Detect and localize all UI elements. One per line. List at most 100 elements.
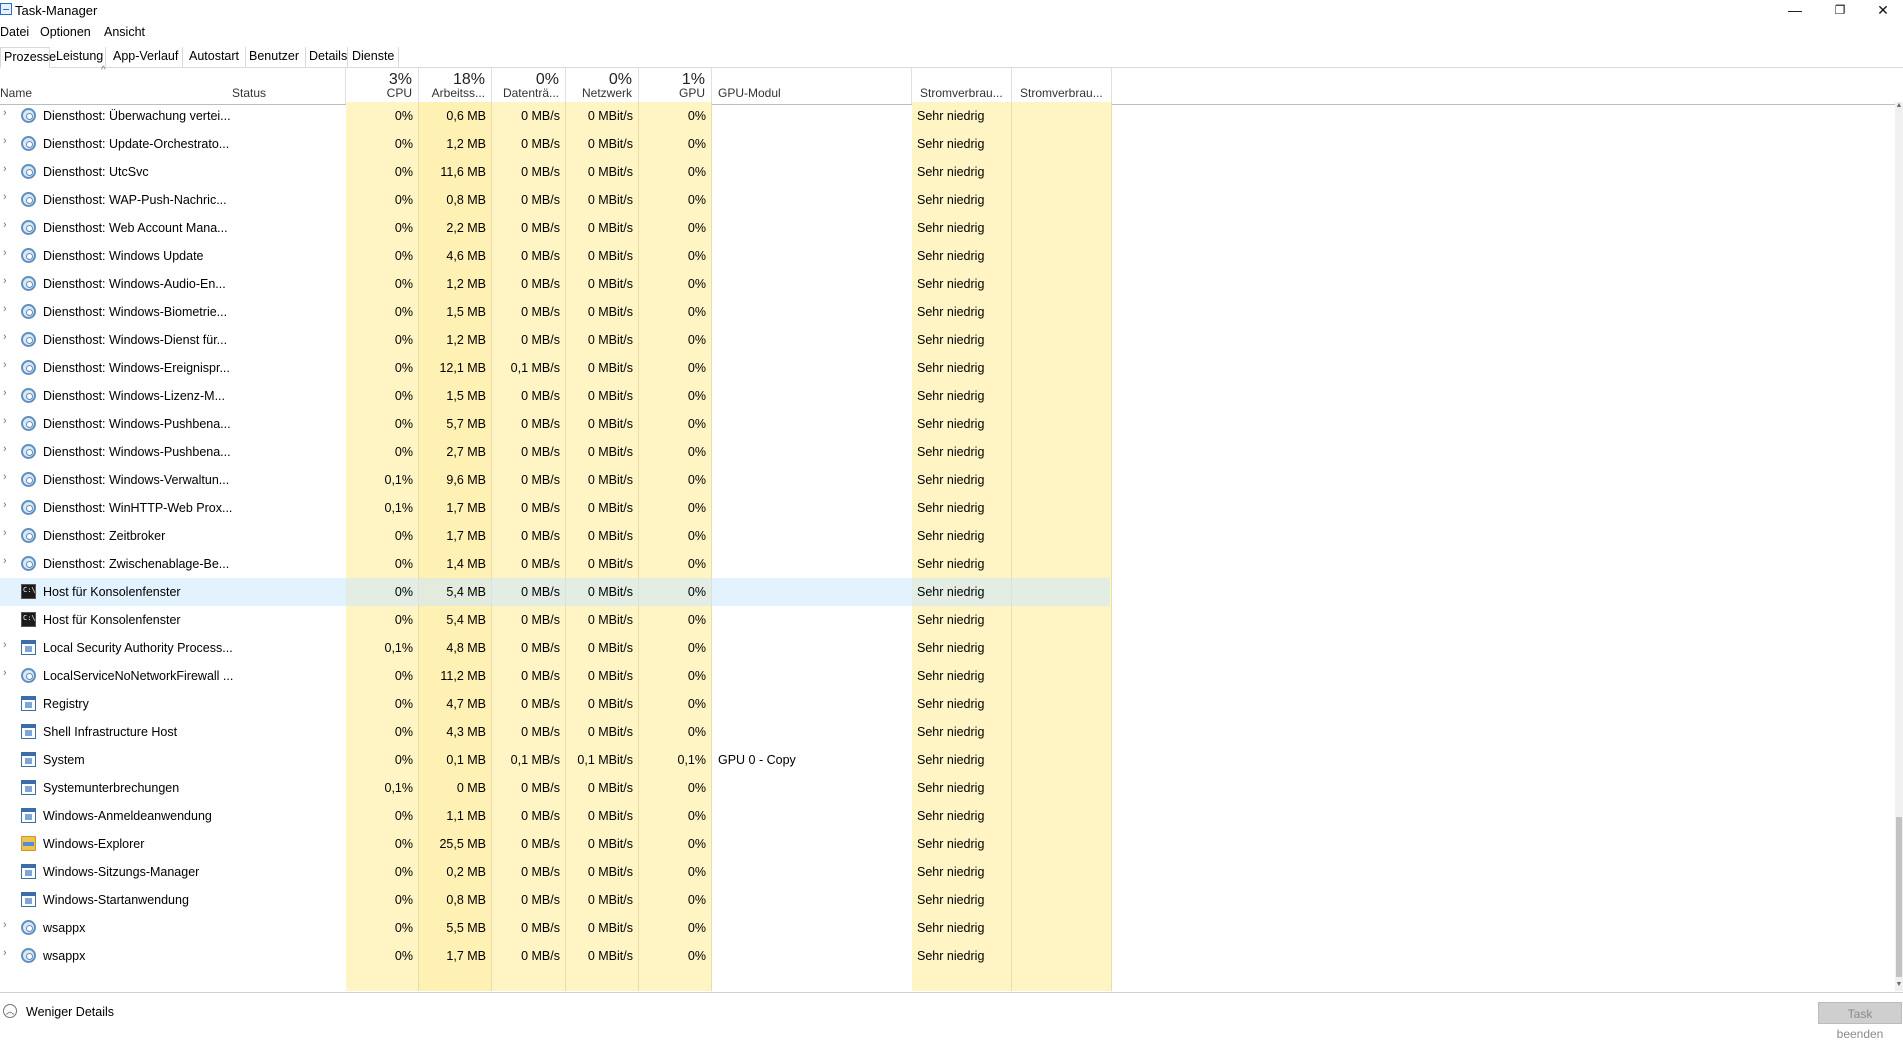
expand-chevron-icon[interactable]: › (3, 359, 7, 371)
header-cpu[interactable]: 3% CPU (346, 68, 419, 104)
process-row[interactable]: › Diensthost: Windows-Lizenz-M... 0% 1,5 MB… (0, 382, 1110, 410)
process-row[interactable]: › Diensthost: Web Account Mana... 0% 2,2 MB… (0, 214, 1110, 242)
scrollbar-thumb[interactable] (1896, 817, 1902, 977)
menu-ansicht[interactable]: Ansicht (104, 25, 145, 39)
process-row[interactable]: Systemunterbrechungen 0,1% 0 MB 0 MB/s 0 MBi… (0, 774, 1110, 802)
process-row[interactable]: › Diensthost: Windows-Verwaltun... 0,1% 9,6… (0, 466, 1110, 494)
process-row[interactable]: Host für Konsolenfenster 0% 5,4 MB 0 MB/s 0 … (0, 606, 1110, 634)
expand-chevron-icon[interactable]: › (3, 639, 7, 651)
expand-chevron-icon[interactable]: › (3, 387, 7, 399)
tab-autostart[interactable]: Autostart (186, 47, 246, 67)
expand-chevron-icon[interactable]: › (3, 499, 7, 511)
process-row[interactable]: › Diensthost: Windows-Pushbena... 0% 5,7 MB… (0, 410, 1110, 438)
expand-chevron-icon[interactable]: › (3, 331, 7, 343)
process-row[interactable]: Windows-Anmeldeanwendung 0% 1,1 MB 0 MB/s 0 … (0, 802, 1110, 830)
expand-chevron-icon[interactable]: › (3, 471, 7, 483)
expand-chevron-icon[interactable]: › (3, 443, 7, 455)
header-name[interactable]: ^ Name (0, 65, 228, 104)
header-power-trend[interactable]: Stromverbrau... (1012, 68, 1112, 104)
header-memory[interactable]: 18% Arbeitss... (419, 68, 492, 104)
process-row[interactable]: › Diensthost: Windows Update 0% 4,6 MB 0 MB/… (0, 242, 1110, 270)
header-gpu-engine[interactable]: GPU-Modul (712, 68, 912, 104)
process-row[interactable]: › Diensthost: WinHTTP-Web Prox... 0,1% 1,7 … (0, 494, 1110, 522)
header-network[interactable]: 0% Netzwerk (566, 68, 639, 104)
expand-chevron-icon[interactable]: › (3, 107, 7, 119)
process-name: Diensthost: Windows-Ereignispr... (43, 361, 230, 375)
process-row[interactable]: Host für Konsolenfenster 0% 5,4 MB 0 MB/s 0 … (0, 578, 1110, 606)
process-row[interactable]: › Diensthost: Windows-Pushbena... 0% 2,7 MB… (0, 438, 1110, 466)
power-usage-value: Sehr niedrig (917, 221, 985, 235)
tab-benutzer[interactable]: Benutzer (246, 47, 306, 67)
disk-value: 0 MB/s (521, 277, 560, 291)
network-value: 0 MBit/s (587, 809, 633, 823)
tab-leistung[interactable]: Leistung (53, 47, 106, 67)
process-row[interactable]: › wsappx 0% 5,5 MB 0 MB/s 0 MBit/s 0% Sehr nied… (0, 914, 1110, 942)
end-task-button[interactable]: Task beenden (1818, 1002, 1902, 1041)
header-status[interactable]: Status (228, 68, 346, 104)
tab-prozesse[interactable]: Prozesse (0, 47, 56, 68)
process-row[interactable]: Windows-Sitzungs-Manager 0% 0,2 MB 0 MB/s 0 … (0, 858, 1110, 886)
minimize-button[interactable]: — (1775, 0, 1815, 22)
tab-dienste[interactable]: Dienste (349, 47, 399, 67)
process-row[interactable]: › Diensthost: UtcSvc 0% 11,6 MB 0 MB/s 0 MBit… (0, 158, 1110, 186)
process-row[interactable]: › Diensthost: Windows-Dienst für... 0% 1,2 … (0, 326, 1110, 354)
process-row[interactable]: Windows-Startanwendung 0% 0,8 MB 0 MB/s 0 MB… (0, 886, 1110, 914)
expand-chevron-icon[interactable]: › (3, 555, 7, 567)
process-row[interactable]: › Diensthost: Update-Orchestrato... 0% 1,2 … (0, 130, 1110, 158)
expand-chevron-icon[interactable]: › (3, 219, 7, 231)
header-disk[interactable]: 0% Datenträ... (492, 68, 566, 104)
power-usage-value: Sehr niedrig (917, 865, 985, 879)
expand-chevron-icon[interactable]: › (3, 247, 7, 259)
memory-value: 4,7 MB (446, 697, 486, 711)
process-row[interactable]: › Diensthost: Überwachung vertei... 0% 0,6 … (0, 102, 1110, 130)
expand-chevron-icon[interactable]: › (3, 947, 7, 959)
footer-bar: ︿ Weniger Details (0, 992, 1903, 1029)
process-name: Host für Konsolenfenster (43, 585, 181, 599)
expand-chevron-icon[interactable]: › (3, 303, 7, 315)
close-button[interactable]: ✕ (1863, 0, 1903, 22)
process-row[interactable]: › Diensthost: Zwischenablage-Be... 0% 1,4 M… (0, 550, 1110, 578)
scroll-up-arrow-icon[interactable]: ▲ (1895, 102, 1903, 112)
process-row[interactable]: › Diensthost: WAP-Push-Nachric... 0% 0,8 MB… (0, 186, 1110, 214)
fewer-details-link[interactable]: Weniger Details (26, 1005, 114, 1019)
process-row[interactable]: System 0% 0,1 MB 0,1 MB/s 0,1 MBit/s 0,1% GPU … (0, 746, 1110, 774)
tab-details[interactable]: Details (306, 47, 348, 67)
expand-chevron-icon[interactable]: › (3, 667, 7, 679)
vertical-scrollbar[interactable]: ▲ ▼ (1895, 102, 1903, 991)
menu-optionen[interactable]: Optionen (40, 25, 91, 39)
expand-chevron-icon[interactable]: › (3, 527, 7, 539)
expand-chevron-icon[interactable]: › (3, 163, 7, 175)
disk-value: 0 MB/s (521, 445, 560, 459)
expand-chevron-icon[interactable]: › (3, 415, 7, 427)
power-usage-value: Sehr niedrig (917, 697, 985, 711)
process-row[interactable]: › LocalServiceNoNetworkFirewall ... 0% 11,2… (0, 662, 1110, 690)
network-value: 0 MBit/s (587, 445, 633, 459)
expand-chevron-icon[interactable]: › (3, 919, 7, 931)
cpu-value: 0% (394, 613, 413, 627)
process-row[interactable]: Registry 0% 4,7 MB 0 MB/s 0 MBit/s 0% Sehr nie… (0, 690, 1110, 718)
expand-chevron-icon[interactable]: › (3, 275, 7, 287)
chevron-up-circle-icon[interactable]: ︿ (3, 1004, 17, 1018)
disk-value: 0,1 MB/s (510, 361, 560, 375)
maximize-button[interactable]: ❐ (1820, 0, 1860, 22)
gpu-value: 0% (687, 473, 706, 487)
process-row[interactable]: › Diensthost: Windows-Audio-En... 0% 1,2 MB… (0, 270, 1110, 298)
menu-datei[interactable]: Datei (0, 25, 29, 39)
process-row[interactable]: Windows-Explorer 0% 25,5 MB 0 MB/s 0 MBit/s 0… (0, 830, 1110, 858)
scroll-down-arrow-icon[interactable]: ▼ (1895, 981, 1903, 991)
header-gpu[interactable]: 1% GPU (639, 68, 712, 104)
memory-value: 5,4 MB (446, 585, 486, 599)
cpu-value: 0% (394, 333, 413, 347)
process-row[interactable]: › Local Security Authority Process... 0,1%… (0, 634, 1110, 662)
tab-app-verlauf[interactable]: App-Verlauf (110, 47, 183, 67)
process-row[interactable]: › Diensthost: Windows-Ereignispr... 0% 12,1… (0, 354, 1110, 382)
column-header-row: ^ Name Status 3% CPU 18% Arbeitss... 0% … (0, 65, 1903, 105)
process-row[interactable]: › wsappx 0% 1,7 MB 0 MB/s 0 MBit/s 0% Sehr nied… (0, 942, 1110, 970)
network-value: 0 MBit/s (587, 137, 633, 151)
expand-chevron-icon[interactable]: › (3, 191, 7, 203)
process-row[interactable]: › Diensthost: Zeitbroker 0% 1,7 MB 0 MB/s 0 M… (0, 522, 1110, 550)
expand-chevron-icon[interactable]: › (3, 135, 7, 147)
process-row[interactable]: Shell Infrastructure Host 0% 4,3 MB 0 MB/s 0… (0, 718, 1110, 746)
process-row[interactable]: › Diensthost: Windows-Biometrie... 0% 1,5 M… (0, 298, 1110, 326)
header-power[interactable]: Stromverbrau... (912, 68, 1012, 104)
